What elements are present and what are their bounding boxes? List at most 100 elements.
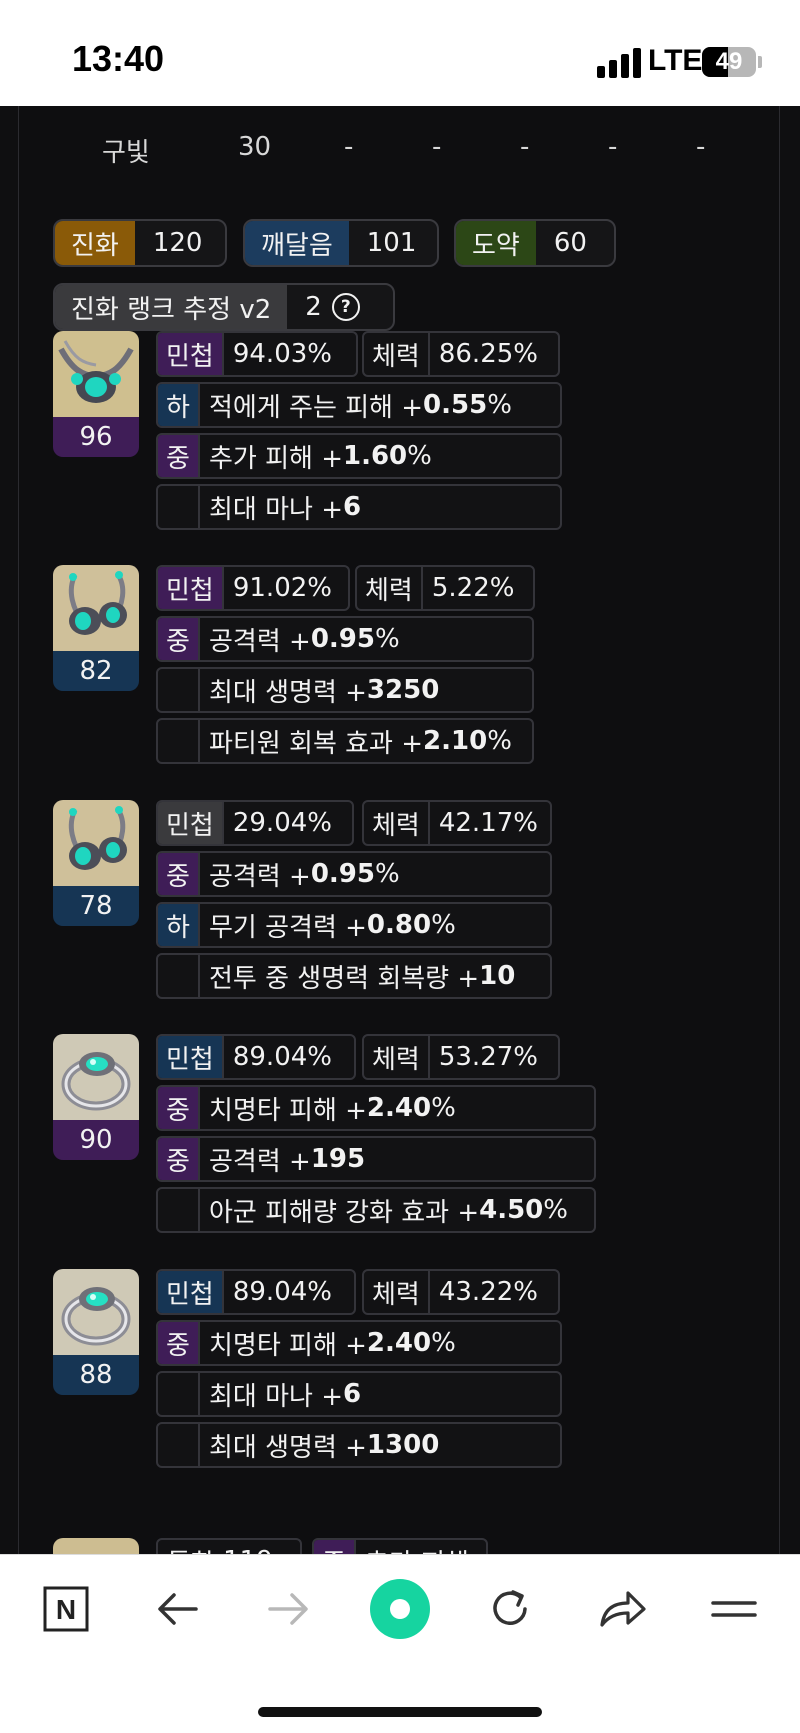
effect-unit: % [374, 624, 400, 654]
stat-name: 체력 [364, 1036, 430, 1078]
effect-value: 0.95 [310, 859, 375, 889]
effect-box: 전투 중 생명력 회복량 +10 [156, 953, 552, 999]
back-button[interactable] [148, 1581, 208, 1637]
arrow-left-icon [158, 1593, 198, 1625]
stat-value: 91.02% [232, 573, 332, 603]
help-icon[interactable]: ? [331, 293, 360, 321]
partial-tier-tag: 중 [314, 1540, 356, 1554]
effect-label: 아군 피해량 강화 효과 + [209, 1197, 480, 1228]
tier-tag: 중 [158, 435, 200, 477]
battery-icon: 49 [702, 47, 756, 77]
effect-text: 최대 마나 +6 [200, 486, 370, 528]
effect-value: 195 [310, 1144, 366, 1174]
effect-label: 추가 피해 + [209, 443, 343, 474]
item-level: 78 [53, 886, 139, 926]
browser-bottom-bar: N [0, 1554, 800, 1733]
tier-tag: 중 [158, 1087, 200, 1129]
effect-label: 치명타 피해 + [209, 1095, 367, 1126]
rank-estimate-key: 진화 랭크 추정 v2 [55, 285, 288, 329]
stat-name: 민첩 [158, 802, 224, 844]
effect-box: 파티원 회복 효과 +2.10% [156, 718, 534, 764]
status-bar: 13:40 LTE 49 [0, 0, 800, 106]
item-level: 90 [53, 1120, 139, 1160]
tier-tag [158, 1189, 200, 1231]
item-level: 96 [53, 417, 139, 457]
effect-label: 파티원 회복 효과 + [209, 728, 424, 759]
tier-tag: 중 [158, 853, 200, 895]
stat-box: 체력 42.17% [362, 800, 552, 846]
effect-value: 3250 [366, 675, 440, 705]
forward-button[interactable] [258, 1581, 318, 1637]
svg-text:N: N [56, 1594, 76, 1625]
effect-value: 2.10 [423, 726, 488, 756]
effect-text: 공격력 +0.95% [200, 618, 409, 660]
tier-tag [158, 1373, 200, 1415]
effect-unit: % [543, 1195, 568, 1225]
ring-icon[interactable] [53, 1269, 139, 1355]
effect-value: 6 [343, 492, 362, 522]
effect-unit: % [431, 1328, 456, 1358]
stat-value: 89.04% [232, 1277, 332, 1307]
menu-button[interactable] [704, 1581, 764, 1637]
tier-tag [158, 955, 200, 997]
effect-unit: % [431, 910, 456, 940]
green-home-button[interactable] [368, 1577, 432, 1641]
stat-value: 94.03% [232, 339, 332, 369]
pill-leap: 도약 60 [454, 219, 616, 267]
stat-value: 86.25% [438, 339, 538, 369]
home-indicator [258, 1707, 542, 1717]
effect-text: 아군 피해량 강화 효과 +4.50% [200, 1189, 577, 1231]
stat-value: 53.27% [438, 1042, 538, 1072]
stat-name: 민첩 [158, 333, 224, 375]
effect-text: 공격력 +0.95% [200, 853, 409, 895]
effect-unit: % [407, 441, 432, 471]
tier-tag: 하 [158, 384, 200, 426]
effect-box: 아군 피해량 강화 효과 +4.50% [156, 1187, 596, 1233]
pill-leap-value: 60 [553, 228, 587, 258]
top-row-value: - [696, 132, 706, 162]
effect-label: 치명타 피해 + [209, 1330, 367, 1361]
effect-value: 6 [343, 1379, 362, 1409]
effect-text: 전투 중 생명력 회복량 +10 [200, 955, 524, 997]
effect-box: 중 공격력 +0.95% [156, 851, 552, 897]
hamburger-icon [711, 1601, 757, 1617]
status-time: 13:40 [72, 38, 165, 79]
effect-label: 공격력 + [209, 626, 311, 657]
tier-tag [158, 1424, 200, 1466]
effect-value: 4.50 [479, 1195, 544, 1225]
stat-value: 5.22% [431, 573, 515, 603]
effect-text: 무기 공격력 +0.80% [200, 904, 465, 946]
pill-enlightenment-value: 101 [366, 228, 417, 258]
earring-icon[interactable] [53, 800, 139, 886]
content-area[interactable]: 구빛 30 - - - - - 진화 120 깨달음 101 도약 60 진화 … [0, 106, 800, 1554]
stat-box: 민첩 91.02% [156, 565, 350, 611]
earring-icon[interactable] [53, 565, 139, 651]
tier-tag [158, 669, 200, 711]
tier-tag: 중 [158, 618, 200, 660]
effect-text: 공격력 +195 [200, 1138, 374, 1180]
effect-box: 중 공격력 +0.95% [156, 616, 534, 662]
rank-estimate-number: 2 [305, 292, 322, 322]
effect-box: 하 적에게 주는 피해 +0.55% [156, 382, 562, 428]
item-level: 82 [53, 651, 139, 691]
effect-text: 추가 피해 +1.60% [200, 435, 441, 477]
effect-box: 최대 생명력 +3250 [156, 667, 534, 713]
ring-icon[interactable] [53, 1034, 139, 1120]
effect-value: 1.60 [343, 441, 408, 471]
stat-box: 민첩 94.03% [156, 331, 358, 377]
naver-home-button[interactable]: N [36, 1581, 96, 1637]
item-thumb-partial [53, 1538, 139, 1554]
partial-stat-box: 특화 119 [156, 1538, 302, 1554]
refresh-button[interactable] [480, 1581, 540, 1637]
arrow-right-icon [268, 1593, 308, 1625]
top-stat-row: 구빛 30 - - - - - [0, 124, 800, 174]
effect-value: 2.40 [366, 1093, 432, 1123]
tier-tag: 중 [158, 1138, 200, 1180]
naver-n-icon: N [43, 1586, 89, 1632]
effect-text: 최대 생명력 +3250 [200, 669, 448, 711]
top-row-value: - [432, 132, 442, 162]
necklace-icon[interactable] [53, 331, 139, 417]
pill-evolution: 진화 120 [53, 219, 227, 267]
pill-rank-estimate[interactable]: 진화 랭크 추정 v2 2 ? [53, 283, 395, 331]
share-button[interactable] [592, 1581, 652, 1637]
